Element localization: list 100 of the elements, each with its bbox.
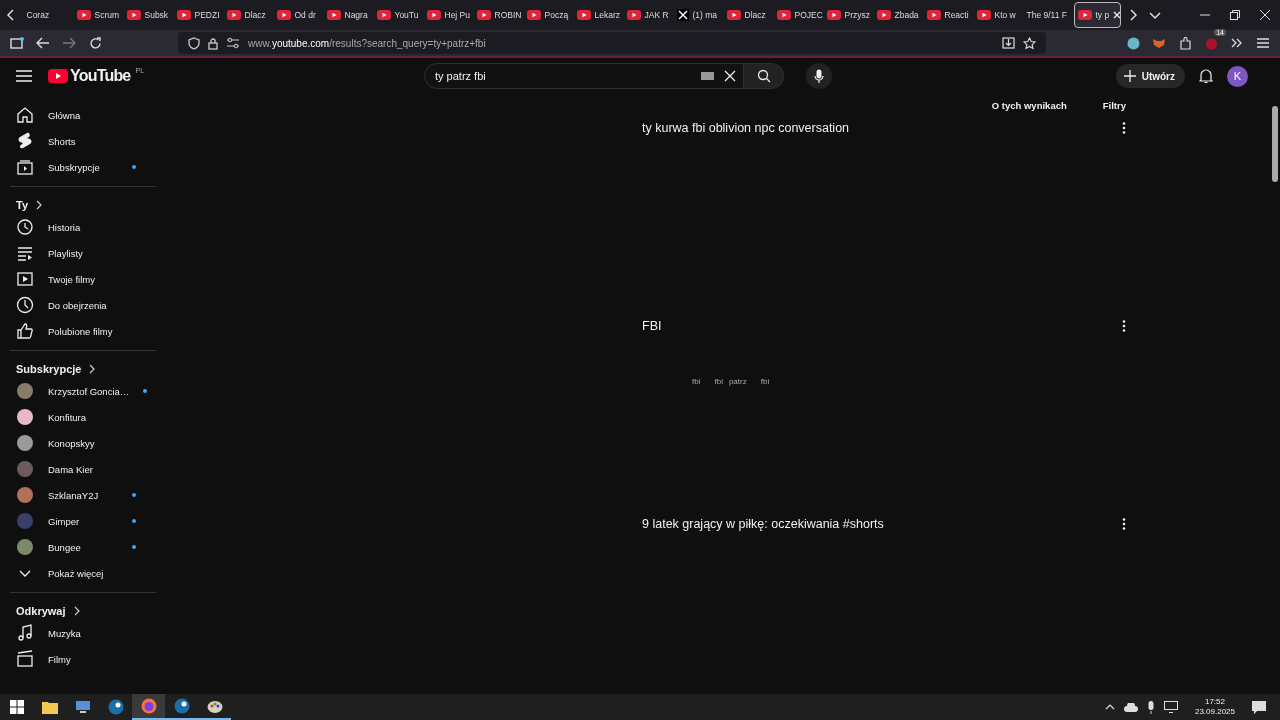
snippet-word: fbi <box>692 377 701 386</box>
channel-avatar <box>17 513 33 529</box>
browser-tab[interactable]: Scrum <box>73 2 121 28</box>
play-icon <box>576 10 591 20</box>
browser-tab[interactable]: Począ <box>523 2 571 28</box>
browser-tab[interactable]: Dlacz <box>223 2 271 28</box>
channel-avatar <box>17 383 33 399</box>
download-icon[interactable] <box>1002 37 1015 49</box>
browser-tab[interactable]: ty p <box>1073 2 1121 28</box>
home-icon <box>16 106 34 124</box>
play-icon <box>626 10 641 20</box>
sidebar-item[interactable]: Playlisty <box>48 247 83 259</box>
browser-tab[interactable]: Subsk <box>123 2 171 28</box>
sidebar-item[interactable]: Gimper <box>48 515 80 527</box>
play-icon <box>276 10 291 20</box>
snippet-word: fbi <box>714 377 723 386</box>
chevron-right-icon <box>36 200 43 210</box>
browser-tab[interactable]: Coraz <box>23 2 71 28</box>
browser-tab[interactable]: POJEC <box>773 2 821 28</box>
sidebar-item[interactable]: Dama Kier <box>48 463 93 475</box>
snippet-word: fbi <box>760 377 770 386</box>
play-icon <box>176 10 191 20</box>
sidebar-item[interactable]: Główna <box>48 109 81 121</box>
logo-text[interactable]: YouTube <box>70 67 131 85</box>
video-title[interactable]: 9 latek grający w piłkę: oczekiwania #shorts <box>642 517 884 531</box>
history-icon <box>16 218 34 236</box>
video-title[interactable]: ty kurwa fbi oblivion npc conversation <box>642 121 850 135</box>
sidebar-item[interactable]: Historia <box>48 221 81 233</box>
play-icon <box>476 10 491 20</box>
sidebar-item[interactable]: Konopskyy <box>48 437 95 449</box>
sidebar-item[interactable]: Konfitura <box>48 411 87 423</box>
video-title[interactable]: FBI <box>642 319 662 333</box>
channel-avatar <box>17 539 33 555</box>
sidebar-item[interactable]: Shorts <box>48 135 76 147</box>
cloud-icon[interactable] <box>1123 702 1138 712</box>
chevron-right-icon <box>73 606 80 616</box>
lock-icon[interactable] <box>208 36 218 50</box>
sidebar-item[interactable]: Twoje filmy <box>48 273 95 285</box>
sidebar-item[interactable]: Do obejrzenia <box>48 299 107 311</box>
sidebar-item[interactable]: Bungee <box>48 541 81 553</box>
section-heading[interactable]: Ty <box>10 195 156 214</box>
browser-tab[interactable]: JAK R <box>623 2 671 28</box>
sliders-icon[interactable] <box>226 37 240 49</box>
play-icon <box>976 10 991 20</box>
browser-tab[interactable]: Hej Pu <box>423 2 471 28</box>
browser-tab[interactable]: ROBIN <box>473 2 521 28</box>
clear-icon[interactable] <box>724 70 736 82</box>
sidebar-item[interactable]: Muzyka <box>48 627 81 639</box>
sidebar-item[interactable]: Krzysztof Goncia… <box>48 385 130 397</box>
clock-time[interactable]: 17:52 <box>1204 697 1225 707</box>
play-icon <box>726 10 741 20</box>
sidebar-item[interactable]: Filmy <box>48 653 71 665</box>
star-icon[interactable] <box>1023 36 1036 50</box>
channel-avatar <box>17 409 33 425</box>
browser-tab[interactable]: Reacti <box>923 2 971 28</box>
browser-tab[interactable]: Lekarz <box>573 2 621 28</box>
play-icon <box>1077 10 1092 20</box>
shield-icon[interactable] <box>188 36 200 50</box>
section-heading[interactable]: Subskrypcje <box>10 359 156 378</box>
browser-tab[interactable]: Kto w <box>973 2 1021 28</box>
browser-tab[interactable]: Dlacz <box>723 2 771 28</box>
browser-tab[interactable]: YouTu <box>373 2 421 28</box>
about-results-link[interactable]: O tych wynikach <box>991 100 1067 114</box>
address-bar[interactable]: www.youtube.com/results?search_query=ty+patrz+fbi <box>178 32 1046 54</box>
section-heading[interactable]: Odkrywaj <box>10 601 156 620</box>
browser-tab[interactable]: Od dr <box>273 2 321 28</box>
play-icon[interactable] <box>48 69 68 83</box>
search-button[interactable] <box>744 63 784 89</box>
account-avatar[interactable]: K <box>1227 65 1248 87</box>
microphone-button[interactable] <box>806 63 832 89</box>
filters-button[interactable]: Filtry <box>1102 100 1126 114</box>
music-icon <box>16 624 34 642</box>
video-icon <box>16 270 34 288</box>
notification-icon[interactable] <box>1252 700 1266 714</box>
sidebar-item[interactable]: Subskrypcje <box>48 161 100 173</box>
browser-tab[interactable]: Przysz <box>823 2 871 28</box>
close-icon[interactable] <box>1113 11 1122 19</box>
browser-tab[interactable]: (1) ma <box>673 2 721 28</box>
chevron-right-icon <box>89 364 96 374</box>
browser-tab[interactable]: The 9/11 F <box>1023 2 1071 28</box>
network-icon[interactable] <box>1163 701 1178 713</box>
microphone-icon[interactable] <box>1146 700 1155 714</box>
chevron-up-icon[interactable] <box>1104 704 1115 710</box>
browser-tab[interactable]: PEDZI <box>173 2 221 28</box>
channel-avatar <box>17 461 33 477</box>
notifications-icon[interactable] <box>1199 68 1213 84</box>
browser-tab[interactable]: Nagra <box>323 2 371 28</box>
clock-date[interactable]: 23.09.2025 <box>1194 707 1235 717</box>
create-button[interactable]: Utwórz <box>1115 64 1185 88</box>
play-icon <box>826 10 841 20</box>
search-field[interactable]: ty patrz fbi <box>424 63 744 89</box>
show-more-link[interactable]: Pokaż więcej <box>48 567 104 579</box>
search-icon <box>756 69 771 83</box>
menu-icon[interactable] <box>16 70 32 82</box>
play-icon <box>426 10 441 20</box>
playlist-icon <box>16 244 34 262</box>
play-icon <box>76 10 91 20</box>
browser-tab[interactable]: Zbada <box>873 2 921 28</box>
sidebar-item[interactable]: Polubione filmy <box>48 325 113 337</box>
sidebar-item[interactable]: SzklanaY2J <box>48 489 99 501</box>
